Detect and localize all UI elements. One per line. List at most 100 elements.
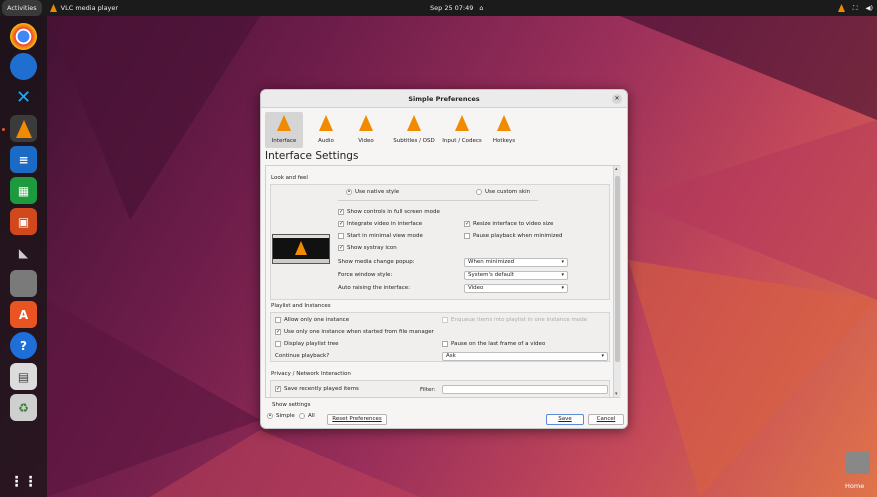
impress-icon[interactable]: ▣ [10, 208, 37, 235]
filter-input[interactable] [442, 385, 608, 394]
integrate-video-checkbox[interactable]: ✓ Integrate video in interface [338, 221, 422, 227]
dialog-titlebar[interactable]: Simple Preferences ✕ [261, 90, 627, 108]
checkbox-box [442, 317, 448, 323]
help-icon[interactable]: ? [10, 332, 37, 359]
save-label: Save [558, 416, 572, 422]
checkbox-box [275, 341, 281, 347]
home-folder-icon[interactable] [846, 452, 870, 474]
show-all-label: All [308, 413, 315, 419]
native-style-radio[interactable]: • Use native style [346, 189, 399, 195]
category-label: Input / Codecs [442, 138, 482, 144]
custom-skin-radio[interactable]: Use custom skin [476, 189, 530, 195]
checkmark-icon: ✓ [275, 386, 281, 392]
scroll-down-icon[interactable]: ▾ [615, 391, 618, 397]
reset-preferences-button[interactable]: Reset Preferences [327, 414, 387, 425]
app-grid-icon[interactable]: ⋮⋮ [10, 468, 38, 495]
force-window-style-label: Force window style: [338, 272, 393, 278]
interface-icon [277, 115, 291, 131]
checkmark-icon: ✓ [464, 221, 470, 227]
radio-dot [476, 189, 482, 195]
settings-scrollbar[interactable]: ▴ ▾ [613, 166, 621, 397]
video-icon [359, 115, 373, 131]
radio-dot [299, 413, 305, 419]
disk-icon[interactable]: ▤ [10, 363, 37, 390]
app-menu[interactable]: VLC media player [49, 4, 118, 12]
checkmark-icon: ✓ [338, 221, 344, 227]
category-interface[interactable]: Interface [265, 112, 303, 148]
vlc-cone-icon [49, 4, 57, 12]
category-hotkeys[interactable]: Hotkeys [485, 112, 523, 148]
pause-last-frame-checkbox[interactable]: Pause on the last frame of a video [442, 341, 545, 347]
resize-interface-checkbox[interactable]: ✓ Resize interface to video size [464, 221, 553, 227]
pause-minimized-checkbox[interactable]: Pause playback when minimized [464, 233, 563, 239]
writer-icon[interactable]: ≡ [10, 146, 37, 173]
auto-raising-label: Auto raising the interface: [338, 285, 410, 291]
show-simple-label: Simple [276, 413, 295, 419]
continue-playback-label: Continue playback? [275, 353, 330, 359]
cancel-label: Cancel [596, 416, 616, 422]
auto-raising-select[interactable]: Video ▾ [464, 284, 568, 293]
category-subtitles[interactable]: Subtitles / OSD [389, 112, 439, 148]
category-label: Audio [318, 138, 334, 144]
close-button[interactable]: ✕ [612, 94, 622, 104]
volume-icon: ◀) [865, 4, 873, 12]
start-minimal-checkbox[interactable]: Start in minimal view mode [338, 233, 423, 239]
chevron-down-icon: ▾ [561, 259, 564, 265]
checkmark-icon: ✓ [338, 209, 344, 215]
pause-minimized-label: Pause playback when minimized [473, 233, 563, 239]
preview-cone-icon [295, 241, 307, 255]
show-systray-checkbox[interactable]: ✓ Show systray icon [338, 245, 397, 251]
start-minimal-label: Start in minimal view mode [347, 233, 423, 239]
allow-one-instance-checkbox[interactable]: Allow only one instance [275, 317, 349, 323]
dock: ✕ ≡ ▦ ▣ ◣ A ? ▤ ♻ ⋮⋮ [0, 16, 47, 497]
active-indicator [2, 128, 5, 131]
scroll-up-icon[interactable]: ▴ [615, 166, 618, 172]
software-center-icon[interactable]: A [10, 301, 37, 328]
category-input-codecs[interactable]: Input / Codecs [439, 112, 485, 148]
calc-icon[interactable]: ▦ [10, 177, 37, 204]
chevron-down-icon: ▾ [601, 353, 604, 359]
chrome-icon[interactable] [10, 23, 37, 50]
files-icon[interactable] [10, 270, 37, 297]
system-tray[interactable]: ⛶ ◀) [837, 0, 873, 16]
skin-preview-image [272, 234, 330, 264]
scroll-thumb[interactable] [615, 176, 620, 362]
checkmark-icon: ✓ [338, 245, 344, 251]
clock-label: Sep 25 07:49 [430, 4, 474, 12]
trash-icon[interactable]: ♻ [10, 394, 37, 421]
one-instance-file-manager-checkbox[interactable]: ✓ Use only one instance when started fro… [275, 329, 434, 335]
preview-controls [273, 259, 329, 263]
activities-button[interactable]: Activities [2, 0, 42, 16]
image-viewer-icon[interactable]: ◣ [10, 239, 37, 266]
category-audio[interactable]: Audio [307, 112, 345, 148]
show-controls-fullscreen-checkbox[interactable]: ✓ Show controls in full screen mode [338, 209, 440, 215]
category-label: Video [358, 138, 374, 144]
integrate-video-label: Integrate video in interface [347, 221, 423, 227]
category-video[interactable]: Video [347, 112, 385, 148]
vscode-icon[interactable]: ✕ [10, 84, 37, 111]
vlc-tray-icon [837, 4, 845, 12]
media-change-popup-value: When minimized [468, 259, 515, 265]
media-change-popup-select[interactable]: When minimized ▾ [464, 258, 568, 267]
chevron-down-icon: ▾ [561, 272, 564, 278]
section-title: Interface Settings [265, 150, 359, 162]
save-recent-checkbox[interactable]: ✓ Save recently played items [275, 386, 359, 392]
clock[interactable]: Sep 25 07:49 ⌂ [430, 0, 484, 16]
radio-dot: • [346, 189, 352, 195]
force-window-style-select[interactable]: System's default ▾ [464, 271, 568, 280]
continue-playback-select[interactable]: Ask ▾ [442, 352, 608, 361]
thunderbird-icon[interactable] [10, 53, 37, 80]
show-settings-label: Show settings [272, 402, 311, 408]
display-playlist-tree-checkbox[interactable]: Display playlist tree [275, 341, 339, 347]
separator [338, 200, 538, 201]
enqueue-items-checkbox[interactable]: Enqueue items into playlist in one insta… [442, 317, 587, 323]
save-recent-label: Save recently played items [284, 386, 359, 392]
checkbox-box [464, 233, 470, 239]
filter-label: Filter: [420, 387, 436, 393]
vlc-icon[interactable] [10, 115, 37, 142]
show-all-radio[interactable]: All [299, 413, 315, 419]
save-button[interactable]: Save [546, 414, 584, 425]
settings-area: Look and feel • Use native style Use cus… [265, 165, 620, 398]
cancel-button[interactable]: Cancel [588, 414, 624, 425]
show-simple-radio[interactable]: • Simple [267, 413, 295, 419]
